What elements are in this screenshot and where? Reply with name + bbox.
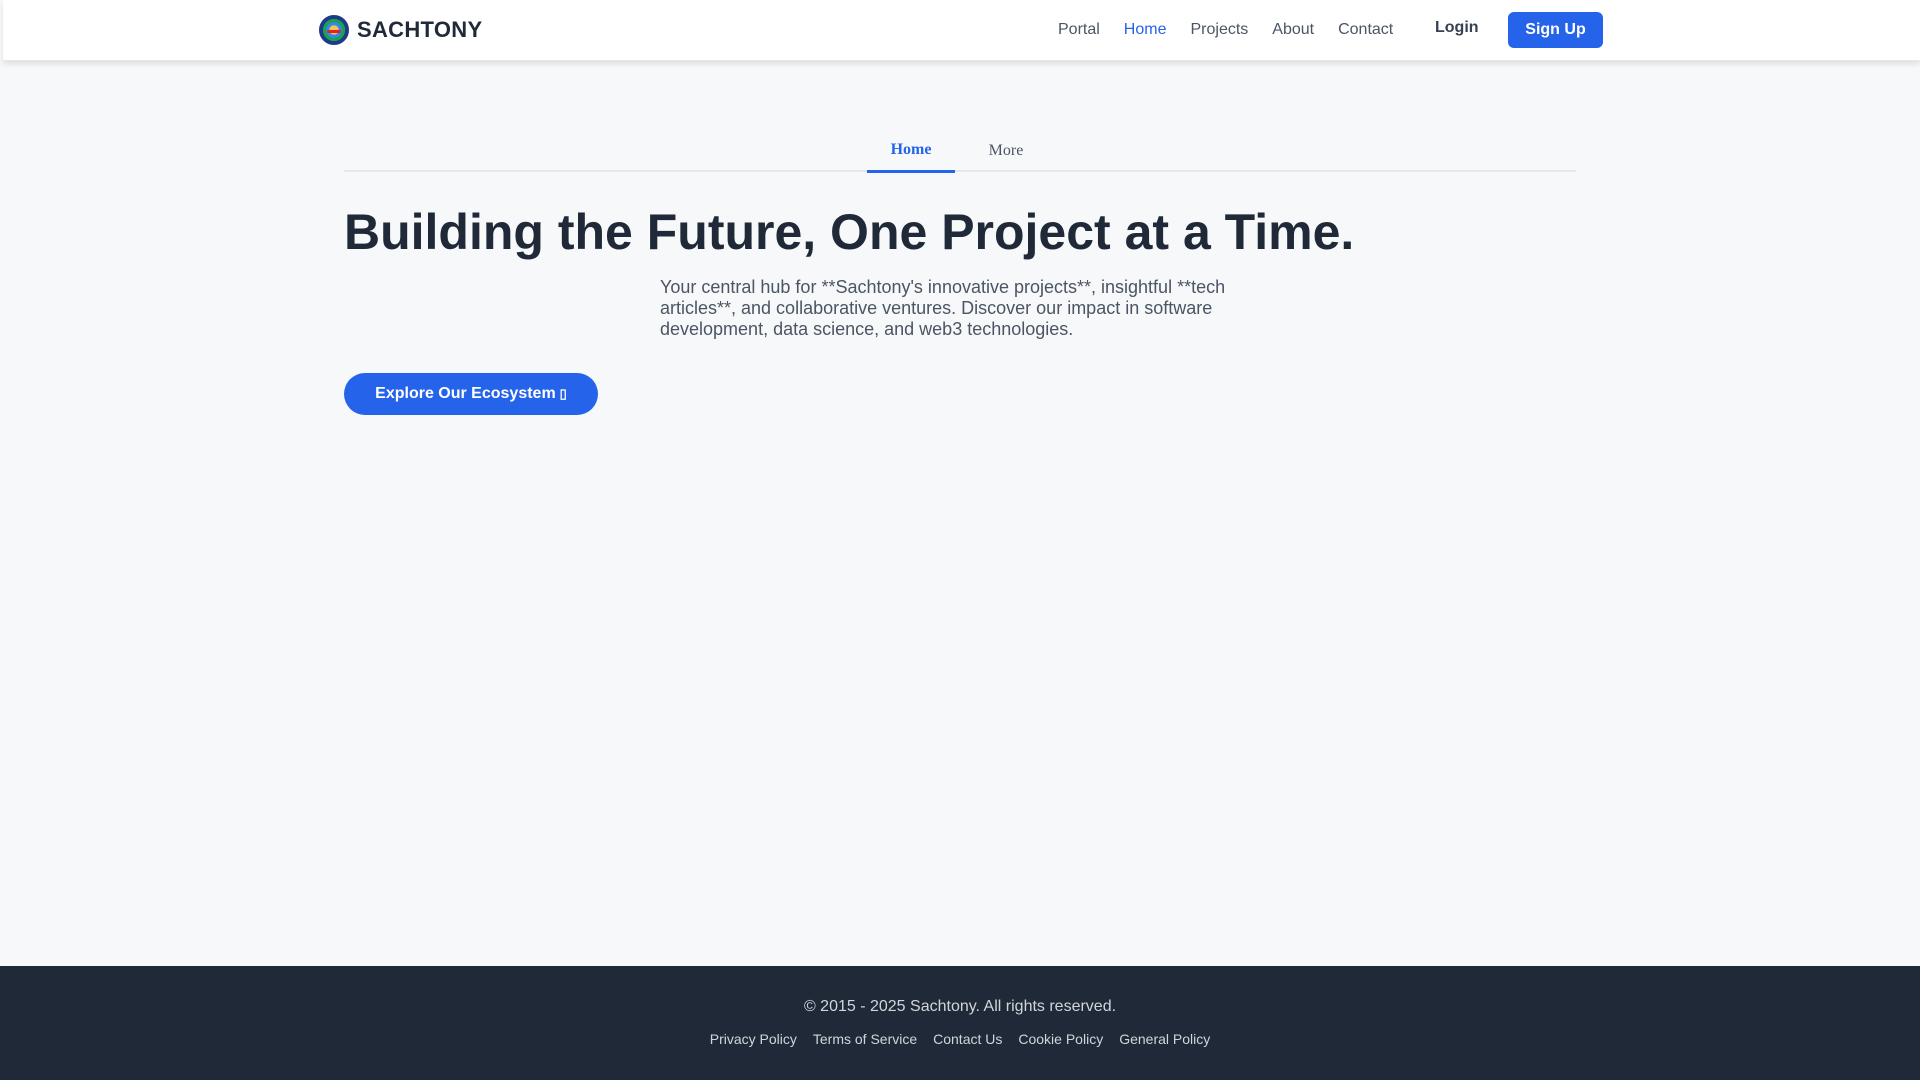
- hero-title: Building the Future, One Project at a Ti…: [344, 204, 1355, 260]
- footer-links: Privacy Policy Terms of Service Contact …: [0, 1031, 1920, 1047]
- footer-link-privacy-policy[interactable]: Privacy Policy: [710, 1031, 797, 1047]
- signup-button[interactable]: Sign Up: [1508, 12, 1603, 48]
- nav-contact[interactable]: Contact: [1338, 21, 1393, 39]
- nav-about[interactable]: About: [1272, 21, 1314, 39]
- nav-portal[interactable]: Portal: [1058, 21, 1100, 39]
- hero-description: Your central hub for **Sachtony's innova…: [660, 277, 1226, 339]
- brand-link[interactable]: SACHTONY: [319, 14, 482, 46]
- login-link[interactable]: Login: [1435, 19, 1479, 37]
- explore-ecosystem-button[interactable]: Explore Our Ecosystem ▯: [344, 373, 598, 415]
- main-nav: Portal Home Projects About Contact: [1058, 19, 1417, 41]
- nav-home[interactable]: Home: [1124, 21, 1167, 39]
- logo-icon: [319, 15, 349, 45]
- tab-home[interactable]: Home: [867, 130, 955, 173]
- page: SACHTONY Portal Home Projects About Cont…: [0, 0, 1920, 1080]
- site-header: SACHTONY Portal Home Projects About Cont…: [3, 0, 1920, 61]
- footer-link-terms-of-service[interactable]: Terms of Service: [813, 1031, 917, 1047]
- footer-link-contact-us[interactable]: Contact Us: [933, 1031, 1002, 1047]
- cta-label: Explore Our Ecosystem: [375, 385, 556, 402]
- brand-name: SACHTONY: [357, 17, 483, 42]
- tab-more[interactable]: More: [972, 130, 1040, 172]
- tab-bar: Home More: [344, 130, 1576, 173]
- arrow-right-icon: ▯: [559, 386, 567, 401]
- nav-projects[interactable]: Projects: [1190, 21, 1248, 39]
- site-footer: © 2015 - 2025 Sachtony. All rights reser…: [0, 966, 1920, 1080]
- copyright-text: © 2015 - 2025 Sachtony. All rights reser…: [803, 998, 1117, 1015]
- footer-link-general-policy[interactable]: General Policy: [1119, 1031, 1210, 1047]
- footer-link-cookie-policy[interactable]: Cookie Policy: [1018, 1031, 1103, 1047]
